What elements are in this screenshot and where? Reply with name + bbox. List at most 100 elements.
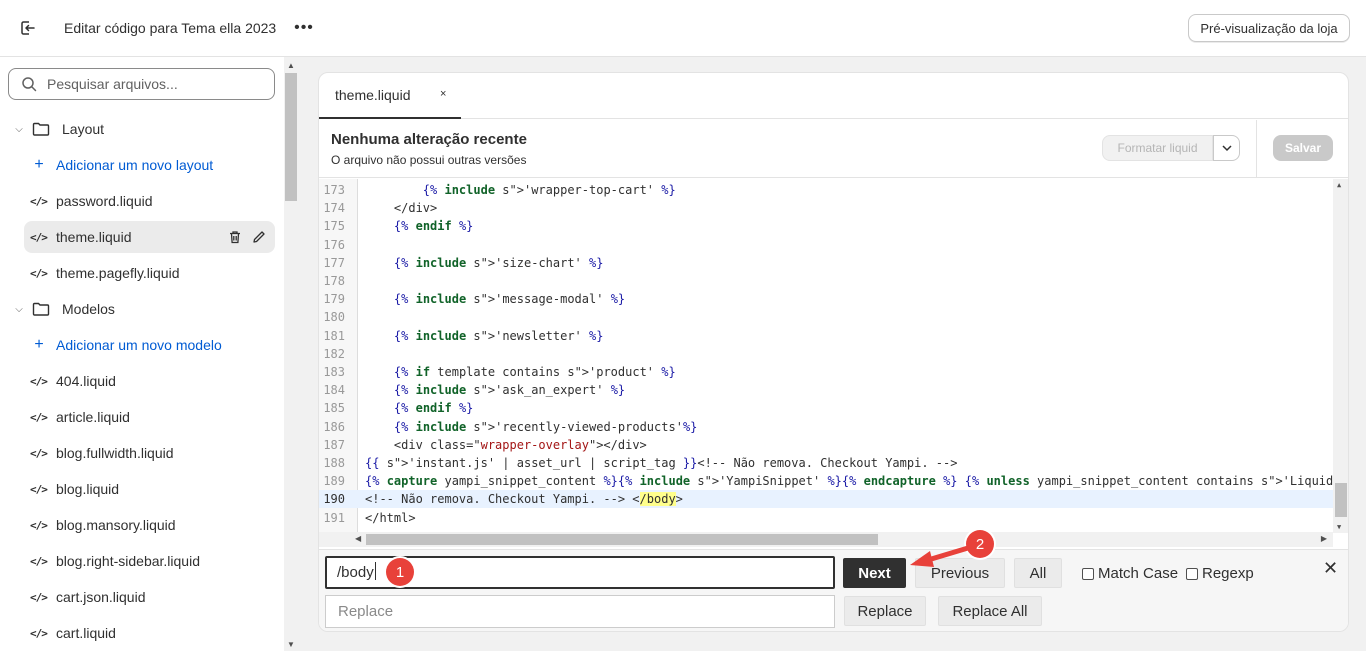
scrollbar-thumb[interactable] xyxy=(366,534,878,545)
code-line[interactable]: 182 xyxy=(319,345,1333,363)
file-label: article.liquid xyxy=(56,409,130,425)
code-editor[interactable]: 173 {% include s">'wrapper-top-cart' %} 1… xyxy=(319,179,1348,533)
text-cursor xyxy=(375,562,376,580)
file-item[interactable]: </> blog.right-sidebar.liquid xyxy=(24,545,275,577)
add-layout-link[interactable]: + Adicionar um novo layout xyxy=(24,149,275,181)
file-item[interactable]: </> 404.liquid xyxy=(24,365,275,397)
code-line[interactable]: 185 {% endif %} xyxy=(319,399,1333,417)
scrollbar-thumb[interactable] xyxy=(285,73,297,201)
code-text[interactable]: {% capture yampi_snippet_content %}{% in… xyxy=(365,472,1348,490)
checkbox-box[interactable] xyxy=(1186,567,1198,580)
code-text[interactable]: {% include s">'newsletter' %} xyxy=(365,327,604,345)
format-dropdown-button[interactable] xyxy=(1213,135,1240,161)
scroll-right-arrow-icon[interactable]: ▶ xyxy=(1321,534,1327,543)
scrollbar-thumb[interactable] xyxy=(1335,483,1347,517)
code-line[interactable]: 190 <!-- Não remova. Checkout Yampi. --> … xyxy=(319,490,1333,509)
code-text[interactable]: {% if template contains s">'product' %} xyxy=(365,363,676,381)
folder-layout[interactable]: ⌵ Layout xyxy=(8,113,275,145)
close-tab-icon[interactable]: × xyxy=(440,88,446,100)
chevron-down-icon[interactable]: ⌵ xyxy=(10,124,28,135)
match-case-checkbox[interactable]: Match Case xyxy=(1082,565,1178,582)
exit-icon[interactable] xyxy=(16,16,40,40)
file-item[interactable]: </> blog.liquid xyxy=(24,473,275,505)
code-line[interactable]: 186 {% include s">'recently-viewed-produ… xyxy=(319,418,1333,436)
trash-icon[interactable] xyxy=(227,229,243,245)
code-line[interactable]: 187 <div class="wrapper-overlay"></div> xyxy=(319,436,1333,454)
folder-modelos[interactable]: ⌵ Modelos xyxy=(8,293,275,325)
scroll-down-arrow-icon[interactable]: ▼ xyxy=(1337,523,1341,531)
scroll-up-arrow-icon[interactable]: ▲ xyxy=(1337,181,1341,189)
file-item-active[interactable]: </> theme.liquid xyxy=(24,221,275,253)
file-item[interactable]: </> blog.mansory.liquid xyxy=(24,509,275,541)
scroll-down-arrow-icon[interactable]: ▼ xyxy=(287,640,295,649)
code-text[interactable]: {% include s">'ask_an_expert' %} xyxy=(365,381,625,399)
code-line[interactable]: 183 {% if template contains s">'product'… xyxy=(319,363,1333,381)
line-number: 184 xyxy=(323,383,345,398)
code-line[interactable]: 181 {% include s">'newsletter' %} xyxy=(319,327,1333,345)
search-input[interactable] xyxy=(47,76,247,92)
file-item[interactable]: </> cart.liquid xyxy=(24,617,275,649)
code-line[interactable]: 188 {{ s">'instant.js' | asset_url | scri… xyxy=(319,454,1333,472)
add-layout-label: Adicionar um novo layout xyxy=(56,157,214,173)
replace-button[interactable]: Replace xyxy=(844,596,926,626)
code-text[interactable]: <div class="wrapper-overlay"></div> xyxy=(365,436,647,454)
add-template-link[interactable]: + Adicionar um novo modelo xyxy=(24,329,275,361)
file-item[interactable]: </> password.liquid xyxy=(24,185,275,217)
format-liquid-button[interactable]: Formatar liquid xyxy=(1102,135,1213,161)
file-label: cart.json.liquid xyxy=(56,589,146,605)
scroll-up-arrow-icon[interactable]: ▲ xyxy=(287,61,295,70)
regexp-checkbox[interactable]: Regexp xyxy=(1186,565,1254,582)
scroll-left-arrow-icon[interactable]: ◀ xyxy=(355,534,361,543)
code-text[interactable]: {% include s">'recently-viewed-products'… xyxy=(365,418,697,436)
code-line[interactable]: 189 {% capture yampi_snippet_content %}{%… xyxy=(319,472,1348,490)
line-number: 173 xyxy=(323,183,345,197)
store-preview-button[interactable]: Pré-visualização da loja xyxy=(1188,14,1350,42)
file-item[interactable]: </> article.liquid xyxy=(24,401,275,433)
code-line[interactable]: 184 {% include s">'ask_an_expert' %} xyxy=(319,381,1333,399)
line-number: 176 xyxy=(323,237,345,252)
code-text[interactable]: {% endif %} xyxy=(365,399,474,417)
code-text[interactable]: {% include s">'message-modal' %} xyxy=(365,290,625,308)
close-icon[interactable]: ✕ xyxy=(1323,558,1338,579)
code-text[interactable]: {% include s">'wrapper-top-cart' %} xyxy=(365,181,676,199)
line-number: 174 xyxy=(323,201,345,216)
code-text[interactable]: {% include s">'size-chart' %} xyxy=(365,254,604,272)
file-item[interactable]: </> blog.fullwidth.liquid xyxy=(24,437,275,469)
edit-pencil-icon[interactable] xyxy=(251,229,267,245)
code-line[interactable]: 180 xyxy=(319,308,1333,326)
code-horizontal-scrollbar[interactable]: ◀ ▶ xyxy=(319,532,1333,547)
find-all-button[interactable]: All xyxy=(1014,558,1062,588)
code-line[interactable]: 177 {% include s">'size-chart' %} xyxy=(319,254,1333,272)
next-button[interactable]: Next xyxy=(843,558,906,588)
code-vertical-scrollbar[interactable]: ▲ ▼ xyxy=(1333,179,1348,533)
replace-all-button[interactable]: Replace All xyxy=(938,596,1042,626)
code-line[interactable]: 175 {% endif %} xyxy=(319,217,1333,235)
divider xyxy=(1256,120,1257,178)
code-text[interactable]: {{ s">'instant.js' | asset_url | script_… xyxy=(365,454,957,472)
sidebar-scrollbar[interactable]: ▲ ▼ xyxy=(284,57,298,651)
tab-theme-liquid[interactable]: theme.liquid × xyxy=(319,73,461,119)
line-number: 189 xyxy=(323,474,345,489)
code-line[interactable]: 179 {% include s">'message-modal' %} xyxy=(319,290,1333,308)
code-line[interactable]: 174 </div> xyxy=(319,199,1333,217)
file-search[interactable] xyxy=(8,68,275,100)
code-line[interactable]: 173 {% include s">'wrapper-top-cart' %} xyxy=(319,181,1333,199)
file-item[interactable]: </> theme.pagefly.liquid xyxy=(24,257,275,289)
code-line[interactable]: 176 xyxy=(319,236,1333,254)
code-line[interactable]: 191 </html> xyxy=(319,509,1333,527)
file-item[interactable]: </> cart.json.liquid xyxy=(24,581,275,613)
code-line[interactable]: 178 xyxy=(319,272,1333,290)
code-text[interactable]: <!-- Não remova. Checkout Yampi. --> </b… xyxy=(365,490,683,508)
save-button[interactable]: Salvar xyxy=(1273,135,1333,161)
code-text[interactable]: </div> xyxy=(365,199,437,217)
more-actions-button[interactable]: ••• xyxy=(292,16,316,40)
code-text[interactable]: </html> xyxy=(365,509,416,527)
file-label: password.liquid xyxy=(56,193,153,209)
checkbox-box[interactable] xyxy=(1082,567,1094,580)
chevron-down-icon[interactable]: ⌵ xyxy=(10,304,28,315)
code-text[interactable]: {% endif %} xyxy=(365,217,474,235)
code-file-icon: </> xyxy=(30,374,48,388)
code-file-icon: </> xyxy=(30,410,48,424)
replace-input[interactable] xyxy=(325,595,835,628)
code-file-icon: </> xyxy=(30,230,48,244)
